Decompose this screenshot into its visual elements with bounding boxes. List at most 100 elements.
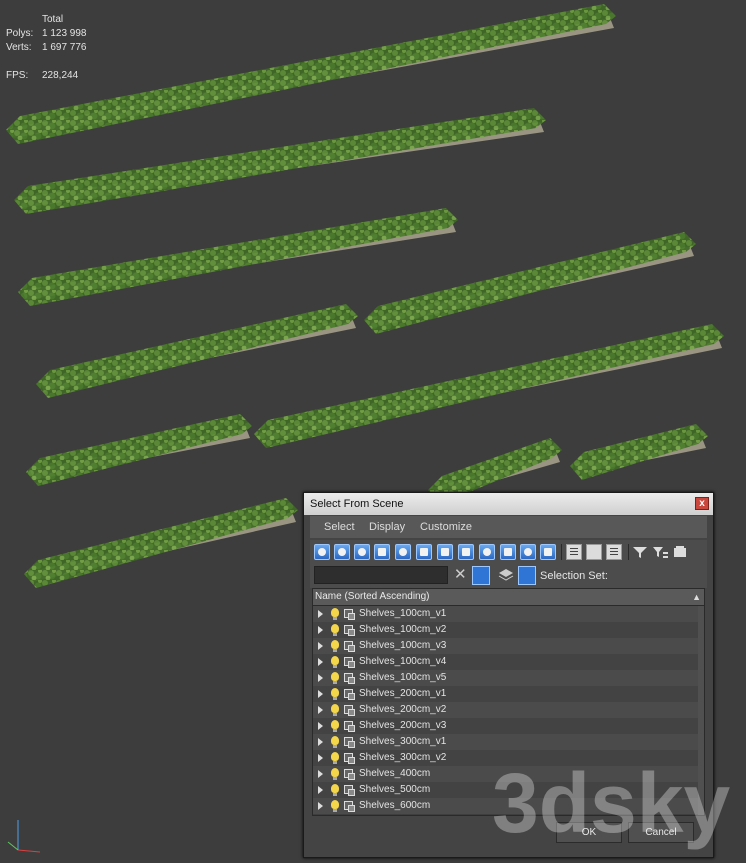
- xref-icon[interactable]: [458, 544, 474, 560]
- camera-icon[interactable]: [374, 544, 390, 560]
- object-icon: [344, 689, 355, 700]
- lightbulb-icon[interactable]: [331, 672, 339, 684]
- lightbulb-icon[interactable]: [331, 704, 339, 716]
- expand-arrow-icon[interactable]: [318, 626, 323, 634]
- select-from-scene-dialog[interactable]: Select From Scene x Select Display Custo…: [303, 492, 714, 858]
- column-header-name[interactable]: Name (Sorted Ascending) ▲: [313, 589, 704, 606]
- column-header-label: Name (Sorted Ascending): [315, 591, 430, 602]
- toolbar-separator: [561, 544, 562, 560]
- object-name: Shelves_600cm: [359, 800, 431, 811]
- menu-select[interactable]: Select: [324, 516, 355, 538]
- frozen-icon[interactable]: [520, 544, 536, 560]
- lightbulb-icon[interactable]: [331, 608, 339, 620]
- layers-icon[interactable]: [498, 567, 514, 583]
- cancel-button[interactable]: Cancel: [628, 822, 694, 843]
- lightbulb-icon[interactable]: [331, 640, 339, 652]
- ok-button[interactable]: OK: [556, 822, 622, 843]
- lightbulb-icon[interactable]: [331, 784, 339, 796]
- object-icon: [344, 609, 355, 620]
- menu-customize[interactable]: Customize: [420, 516, 472, 538]
- object-name: Shelves_200cm_v3: [359, 720, 447, 731]
- viewport-stats: Total Polys: 1 123 998 Verts: 1 697 776 FP…: [6, 12, 391, 82]
- close-icon: x: [699, 498, 705, 509]
- expand-arrow-icon[interactable]: [318, 722, 323, 730]
- lightbulb-icon[interactable]: [331, 800, 339, 812]
- lightbulb-icon[interactable]: [331, 656, 339, 668]
- shapes-icon[interactable]: [334, 544, 350, 560]
- select-invert-icon[interactable]: [606, 544, 622, 560]
- sort-ascending-icon: ▲: [692, 592, 701, 602]
- expand-arrow-icon[interactable]: [318, 802, 323, 810]
- menubar: Select Display Customize: [310, 516, 707, 538]
- expand-arrow-icon[interactable]: [318, 738, 323, 746]
- object-name: Shelves_100cm_v4: [359, 656, 447, 667]
- list-item[interactable]: Shelves_200cm_v2: [313, 702, 698, 718]
- list-item[interactable]: Shelves_200cm_v3: [313, 718, 698, 734]
- object-icon: [344, 641, 355, 652]
- search-toolbar: ✕ Selection Set:: [310, 564, 707, 588]
- hierarchy-toggle-button[interactable]: [518, 566, 536, 585]
- object-icon: [344, 801, 355, 812]
- spacewarp-icon[interactable]: [416, 544, 432, 560]
- list-item[interactable]: Shelves_500cm: [313, 782, 698, 798]
- fps-value: 228,244: [42, 70, 79, 81]
- list-scrollbar[interactable]: [698, 606, 704, 815]
- scene-object-list[interactable]: Name (Sorted Ascending) ▲ Shelves_100cm_…: [312, 588, 705, 816]
- list-item[interactable]: Shelves_100cm_v3: [313, 638, 698, 654]
- expand-arrow-icon[interactable]: [318, 754, 323, 762]
- expand-arrow-icon[interactable]: [318, 690, 323, 698]
- object-name: Shelves_100cm_v5: [359, 672, 447, 683]
- expand-arrow-icon[interactable]: [318, 786, 323, 794]
- expand-arrow-icon[interactable]: [318, 770, 323, 778]
- expand-arrow-icon[interactable]: [318, 674, 323, 682]
- list-item[interactable]: Shelves_300cm_v2: [313, 750, 698, 766]
- helper-icon[interactable]: [395, 544, 411, 560]
- lightbulb-icon[interactable]: [331, 752, 339, 764]
- object-name: Shelves_100cm_v3: [359, 640, 447, 651]
- object-name: Shelves_300cm_v2: [359, 752, 447, 763]
- select-none-icon[interactable]: [586, 544, 602, 560]
- object-name: Shelves_200cm_v2: [359, 704, 447, 715]
- menu-display[interactable]: Display: [369, 516, 405, 538]
- container-icon[interactable]: [500, 544, 516, 560]
- list-item[interactable]: Shelves_300cm_v1: [313, 734, 698, 750]
- sphere-icon[interactable]: [314, 544, 330, 560]
- lightbulb-icon[interactable]: [331, 688, 339, 700]
- find-case-sensitive-button[interactable]: [472, 566, 490, 585]
- selection-set-label: Selection Set:: [540, 570, 608, 582]
- list-item[interactable]: Shelves_200cm_v1: [313, 686, 698, 702]
- filter-settings-icon[interactable]: [652, 544, 668, 560]
- list-item[interactable]: Shelves_600cm: [313, 798, 698, 814]
- object-icon: [344, 673, 355, 684]
- filter-icon[interactable]: [632, 544, 648, 560]
- dialog-titlebar[interactable]: Select From Scene x: [304, 493, 713, 515]
- object-icon: [344, 769, 355, 780]
- list-item[interactable]: Shelves_100cm_v1: [313, 606, 698, 622]
- list-item[interactable]: Shelves_400cm: [313, 766, 698, 782]
- select-all-icon[interactable]: [566, 544, 582, 560]
- clear-search-icon[interactable]: ✕: [454, 565, 467, 585]
- lightbulb-icon[interactable]: [331, 624, 339, 636]
- ivy-foliage: [36, 304, 358, 398]
- close-button[interactable]: x: [695, 497, 709, 510]
- object-name: Shelves_200cm_v1: [359, 688, 447, 699]
- pin-icon[interactable]: [672, 544, 688, 560]
- lightbulb-icon[interactable]: [331, 768, 339, 780]
- expand-arrow-icon[interactable]: [318, 642, 323, 650]
- light-icon[interactable]: [354, 544, 370, 560]
- expand-arrow-icon[interactable]: [318, 658, 323, 666]
- fps-label: FPS:: [6, 70, 29, 81]
- object-icon: [344, 625, 355, 636]
- lightbulb-icon[interactable]: [331, 736, 339, 748]
- lightbulb-icon[interactable]: [331, 720, 339, 732]
- list-item[interactable]: Shelves_100cm_v5: [313, 670, 698, 686]
- bone-icon[interactable]: [479, 544, 495, 560]
- list-item[interactable]: Shelves_100cm_v4: [313, 654, 698, 670]
- group-icon[interactable]: [437, 544, 453, 560]
- expand-arrow-icon[interactable]: [318, 610, 323, 618]
- ivy-foliage: [364, 232, 696, 334]
- hidden-icon[interactable]: [540, 544, 556, 560]
- list-item[interactable]: Shelves_100cm_v2: [313, 622, 698, 638]
- expand-arrow-icon[interactable]: [318, 706, 323, 714]
- search-input[interactable]: [314, 566, 448, 584]
